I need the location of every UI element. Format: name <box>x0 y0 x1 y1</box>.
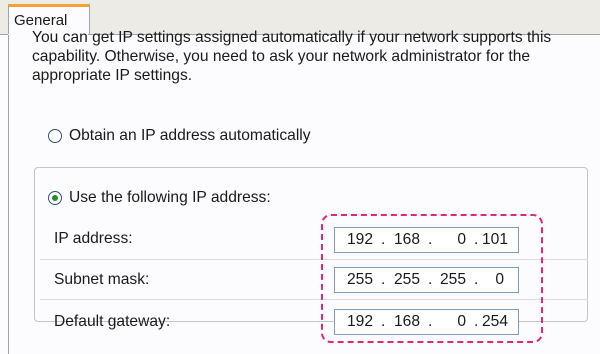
dashed-highlight <box>321 214 543 343</box>
description-text: You can get IP settings assigned automat… <box>32 29 552 84</box>
radio-obtain-automatically[interactable]: Obtain an IP address automatically <box>48 126 311 146</box>
panel-border <box>8 35 9 354</box>
default-gateway-label: Default gateway: <box>54 313 171 330</box>
radio-auto-label: Obtain an IP address automatically <box>69 127 311 144</box>
ip-address-label: IP address: <box>54 230 133 247</box>
tab-general-label: General <box>14 12 68 29</box>
radio-use-following[interactable]: Use the following IP address: <box>44 189 275 207</box>
radio-button-auto[interactable] <box>48 129 62 143</box>
subnet-mask-label: Subnet mask: <box>54 271 150 288</box>
radio-manual-label: Use the following IP address: <box>69 189 271 206</box>
radio-button-manual[interactable] <box>48 191 62 205</box>
